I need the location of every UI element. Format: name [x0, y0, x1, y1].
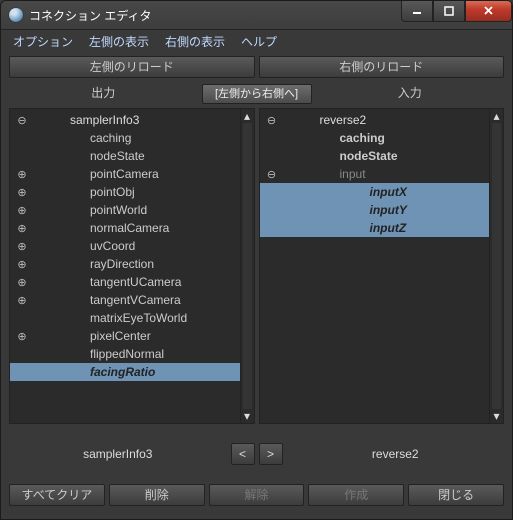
expand-icon[interactable]: ⊕ — [14, 294, 30, 307]
right-list[interactable]: ⊖ reverse2 caching nodeState ⊖input inpu… — [260, 109, 490, 423]
app-icon — [9, 8, 23, 22]
maximize-button[interactable] — [433, 0, 465, 22]
menu-options[interactable]: オプション — [7, 31, 79, 52]
close-button[interactable] — [465, 0, 512, 22]
list-item[interactable]: ⊕tangentVCamera — [10, 291, 240, 309]
footer-left-node: samplerInfo3 — [9, 447, 227, 461]
list-item[interactable]: inputY — [260, 201, 490, 219]
node-name: samplerInfo3 — [30, 113, 139, 127]
list-item[interactable]: ⊖input — [260, 165, 490, 183]
left-list[interactable]: ⊖ samplerInfo3 caching nodeState ⊕pointC… — [10, 109, 240, 423]
list-item[interactable]: inputX — [260, 183, 490, 201]
header-output: 出力 — [9, 82, 198, 106]
expand-icon[interactable]: ⊕ — [14, 240, 30, 253]
scroll-track[interactable] — [492, 123, 501, 409]
collapse-icon[interactable]: ⊖ — [264, 168, 280, 181]
expand-icon[interactable]: ⊕ — [14, 330, 30, 343]
list-item[interactable]: caching — [260, 129, 490, 147]
expand-icon[interactable]: ⊕ — [14, 168, 30, 181]
footer-right-node: reverse2 — [287, 447, 505, 461]
scrollbar[interactable]: ▴ ▾ — [489, 109, 503, 423]
left-panel: ⊖ samplerInfo3 caching nodeState ⊕pointC… — [9, 108, 255, 424]
list-item[interactable]: ⊕rayDirection — [10, 255, 240, 273]
collapse-icon[interactable]: ⊖ — [264, 114, 280, 127]
list-item[interactable]: ⊖ reverse2 — [260, 111, 490, 129]
list-item[interactable]: ⊕tangentUCamera — [10, 273, 240, 291]
list-item[interactable]: facingRatio — [10, 363, 240, 381]
minimize-button[interactable] — [401, 0, 433, 22]
menu-right-display[interactable]: 右側の表示 — [159, 31, 231, 52]
reload-right-button[interactable]: 右側のリロード — [259, 56, 505, 78]
list-item[interactable]: ⊕pointObj — [10, 183, 240, 201]
window-title: コネクション エディタ — [29, 7, 401, 24]
release-button[interactable]: 解除 — [209, 484, 305, 506]
list-item[interactable]: inputZ — [260, 219, 490, 237]
menu-left-display[interactable]: 左側の表示 — [83, 31, 155, 52]
close-window-button[interactable]: 閉じる — [408, 484, 504, 506]
collapse-icon[interactable]: ⊖ — [14, 114, 30, 127]
scroll-track[interactable] — [243, 123, 252, 409]
list-item[interactable]: matrixEyeToWorld — [10, 309, 240, 327]
scroll-up-icon[interactable]: ▴ — [490, 109, 503, 123]
list-item[interactable]: nodeState — [10, 147, 240, 165]
prev-button[interactable]: < — [231, 443, 255, 465]
menu-help[interactable]: ヘルプ — [235, 31, 283, 52]
list-item[interactable]: nodeState — [260, 147, 490, 165]
delete-button[interactable]: 削除 — [109, 484, 205, 506]
reload-left-button[interactable]: 左側のリロード — [9, 56, 255, 78]
scroll-down-icon[interactable]: ▾ — [490, 409, 503, 423]
list-item[interactable]: ⊕normalCamera — [10, 219, 240, 237]
scroll-up-icon[interactable]: ▴ — [241, 109, 254, 123]
node-name: reverse2 — [280, 113, 367, 127]
list-item[interactable]: ⊖ samplerInfo3 — [10, 111, 240, 129]
scrollbar[interactable]: ▴ ▾ — [240, 109, 254, 423]
scroll-down-icon[interactable]: ▾ — [241, 409, 254, 423]
right-panel: ⊖ reverse2 caching nodeState ⊖input inpu… — [259, 108, 505, 424]
header-input: 入力 — [316, 82, 505, 106]
list-item[interactable]: ⊕pointWorld — [10, 201, 240, 219]
list-item[interactable]: ⊕pointCamera — [10, 165, 240, 183]
expand-icon[interactable]: ⊕ — [14, 222, 30, 235]
create-button[interactable]: 作成 — [308, 484, 404, 506]
expand-icon[interactable]: ⊕ — [14, 186, 30, 199]
list-item[interactable]: ⊕pixelCenter — [10, 327, 240, 345]
expand-icon[interactable]: ⊕ — [14, 276, 30, 289]
expand-icon[interactable]: ⊕ — [14, 204, 30, 217]
list-item[interactable]: caching — [10, 129, 240, 147]
next-button[interactable]: > — [259, 443, 283, 465]
clear-all-button[interactable]: すべてクリア — [9, 484, 105, 506]
expand-icon[interactable]: ⊕ — [14, 258, 30, 271]
list-item[interactable]: ⊕uvCoord — [10, 237, 240, 255]
list-item[interactable]: flippedNormal — [10, 345, 240, 363]
direction-button[interactable]: [左側から右側へ] — [202, 84, 312, 104]
